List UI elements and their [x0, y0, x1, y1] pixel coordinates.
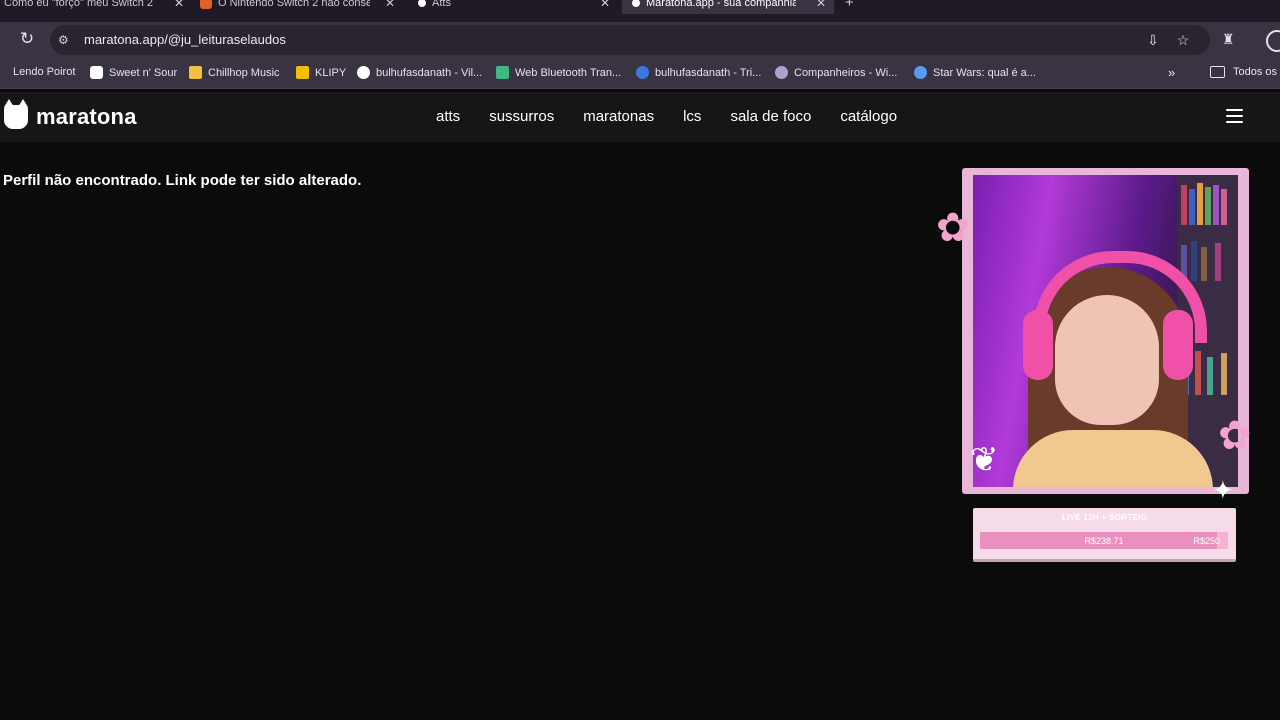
goal-current-amount: R$238.71 — [1084, 536, 1124, 546]
extensions-icon[interactable]: ♜ — [1222, 31, 1235, 48]
goal-progress-bar: R$238.71 R$250 — [980, 532, 1228, 549]
bookmark-bulhufas-vil[interactable]: bulhufasdanath - Vil... — [357, 66, 482, 79]
bookmark-label: KLIPY — [315, 66, 347, 79]
main-nav: atts sussurros maratonas lcs sala de foc… — [436, 108, 897, 125]
wiki-icon — [775, 66, 788, 79]
bookmark-label: Web Bluetooth Tran... — [515, 66, 622, 79]
bookmark-star-icon[interactable]: ☆ — [1174, 31, 1192, 49]
tab-close-icon[interactable]: ✕ — [816, 0, 826, 10]
hamburger-menu-icon[interactable] — [1226, 109, 1243, 123]
nav-sala-de-foco[interactable]: sala de foco — [730, 108, 811, 125]
reload-icon[interactable]: ↻ — [18, 30, 36, 48]
bookmark-companheiros[interactable]: Companheiros - Wi... — [775, 66, 897, 79]
nav-lcs[interactable]: lcs — [683, 108, 701, 125]
new-tab-button[interactable]: + — [845, 0, 854, 11]
tab-favicon-icon — [632, 0, 640, 7]
nav-catalogo[interactable]: catálogo — [840, 108, 897, 125]
donation-goal: ···· LIVE 12H + SORTEIO R$238.71 R$250 — [973, 506, 1236, 562]
klipy-icon — [296, 66, 309, 79]
tab-strip: Como eu "forço" meu Switch 2 ✕ O Nintend… — [0, 0, 1280, 22]
bookmark-klipy[interactable]: KLIPY — [296, 66, 346, 79]
bookmark-label: Lendo Poirot — [13, 66, 76, 78]
logo-text: maratona — [36, 104, 137, 129]
site-header: maratona atts sussurros maratonas lcs sa… — [0, 92, 1280, 142]
folder-icon — [1210, 66, 1225, 78]
tab-favicon-icon — [418, 0, 426, 7]
webcam-frame — [962, 168, 1249, 494]
browser-toolbar: ↻ ⚙ maratona.app/@ju_leituraselaudos ⇩ ☆… — [0, 22, 1280, 58]
install-app-icon[interactable]: ⇩ — [1144, 31, 1162, 49]
leaf-icon: ❦ — [970, 441, 999, 479]
bookmark-label: bulhufasdanath - Vil... — [376, 66, 483, 79]
tab-1-title: Como eu "forço" meu Switch 2 — [4, 0, 154, 9]
bookmarks-bar: Lendo Poirot Sweet n' Sour Chillhop Musi… — [0, 58, 1280, 89]
headphone-right — [1163, 310, 1193, 380]
tab-4-title: Maratona.app - sua companhia — [646, 0, 796, 9]
chillhop-icon — [189, 66, 202, 79]
bookmark-bulhufas-tri[interactable]: bulhufasdanath - Tri... — [636, 66, 761, 79]
error-message: Perfil não encontrado. Link pode ter sid… — [3, 172, 362, 189]
flower-icon: ✿ — [936, 206, 970, 250]
bookmarks-overflow-button[interactable]: » — [1168, 65, 1175, 80]
tab-3[interactable]: Atts ✕ — [418, 0, 610, 14]
goal-title: LIVE 12H + SORTEIO — [1061, 513, 1148, 522]
webcam-video — [973, 175, 1238, 487]
url-text[interactable]: maratona.app/@ju_leituraselaudos — [84, 32, 286, 47]
all-bookmarks-folder[interactable]: Todos os f — [1210, 66, 1280, 78]
nav-maratonas[interactable]: maratonas — [583, 108, 654, 125]
bookmark-label: bulhufasdanath - Tri... — [655, 66, 762, 79]
bookmark-label: Companheiros - Wi... — [794, 66, 898, 79]
bookmark-sweet-n-sour[interactable]: Sweet n' Sour — [90, 66, 177, 79]
gear-icon — [914, 66, 927, 79]
nav-sussurros[interactable]: sussurros — [489, 108, 554, 125]
all-bookmarks-label: Todos os f — [1233, 66, 1280, 78]
tab-close-icon[interactable]: ✕ — [385, 0, 395, 10]
bookmark-label: Sweet n' Sour — [109, 66, 178, 79]
site-info-icon[interactable]: ⚙ — [58, 33, 72, 47]
flower-icon: ✿ — [1218, 414, 1252, 458]
bookmark-chillhop[interactable]: Chillhop Music — [189, 66, 280, 79]
bookmark-label: Chillhop Music — [208, 66, 280, 79]
triangle-icon — [357, 66, 370, 79]
tab-close-icon[interactable]: ✕ — [174, 0, 184, 10]
tab-1[interactable]: Como eu "forço" meu Switch 2 ✕ — [4, 0, 184, 14]
headphone-left — [1023, 310, 1053, 380]
vue-icon — [496, 66, 509, 79]
tab-favicon-icon — [200, 0, 212, 9]
sparkle-icon: ✦ — [1212, 475, 1234, 505]
site-logo[interactable]: maratona — [4, 99, 137, 130]
tab-2[interactable]: O Nintendo Switch 2 não conse ✕ — [200, 0, 395, 14]
drop-icon — [636, 66, 649, 79]
profile-avatar-icon[interactable] — [1266, 30, 1280, 52]
goal-target-amount: R$250 — [1193, 536, 1220, 546]
nav-atts[interactable]: atts — [436, 108, 460, 125]
tab-4-active[interactable]: Maratona.app - sua companhia ✕ — [622, 0, 834, 14]
bookmark-label: Star Wars: qual é a... — [933, 66, 1036, 79]
tab-close-icon[interactable]: ✕ — [600, 0, 610, 10]
address-bar[interactable]: ⚙ maratona.app/@ju_leituraselaudos ⇩ ☆ — [50, 25, 1210, 55]
cat-icon — [90, 66, 103, 79]
tab-3-title: Atts — [432, 0, 451, 9]
person-shirt — [1013, 430, 1213, 487]
bookmark-star-wars[interactable]: Star Wars: qual é a... — [914, 66, 1036, 79]
bookmark-lendo-poirot[interactable]: Lendo Poirot — [0, 66, 75, 78]
tab-2-title: O Nintendo Switch 2 não conse — [218, 0, 370, 9]
cat-logo-icon — [4, 99, 28, 129]
bookmark-web-bluetooth[interactable]: Web Bluetooth Tran... — [496, 66, 621, 79]
